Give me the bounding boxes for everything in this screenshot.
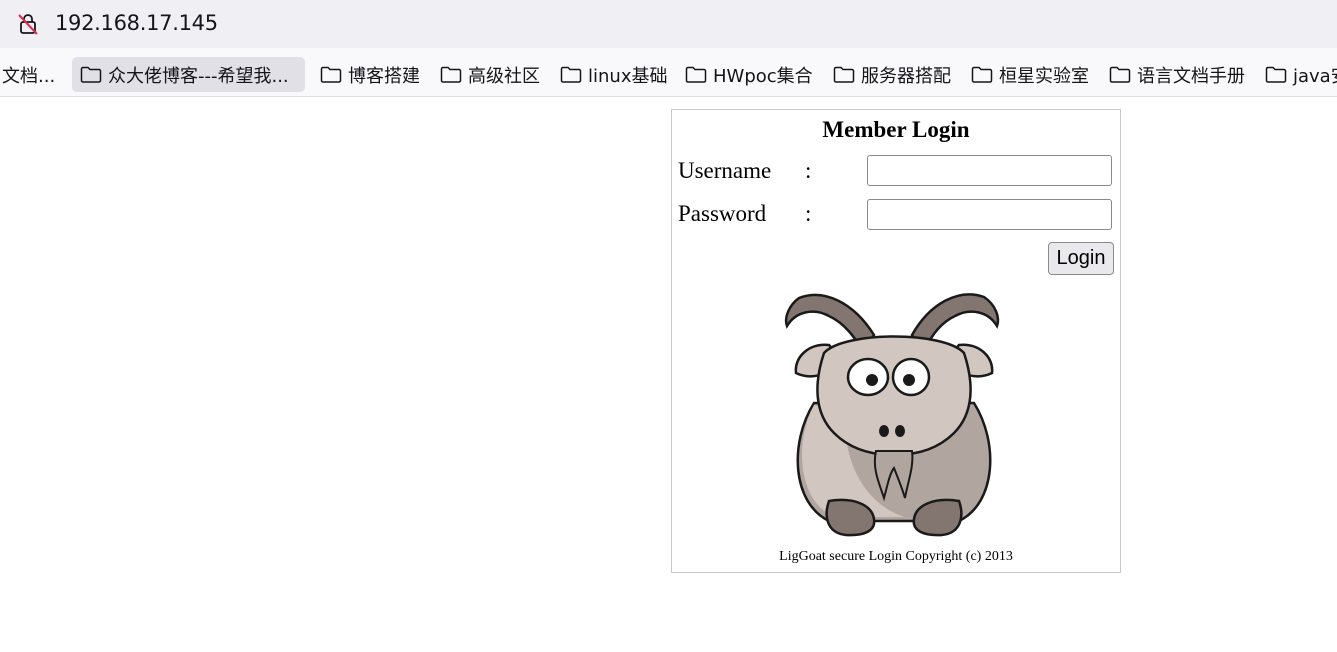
password-colon: : <box>805 201 812 226</box>
folder-icon <box>80 66 102 83</box>
url-text[interactable]: 192.168.17.145 <box>55 11 218 35</box>
bookmark-label: 高级社区 <box>468 65 540 87</box>
goat-logo-image <box>784 293 1000 537</box>
bookmark-folder-hwpoc[interactable]: HWpoc集合 <box>685 57 813 92</box>
bookmark-folder-lang-docs[interactable]: 语言文档手册 <box>1109 57 1245 92</box>
bookmark-folder-community[interactable]: 高级社区 <box>440 57 540 92</box>
folder-icon <box>833 66 855 83</box>
username-label: Username <box>678 158 772 183</box>
url-bar[interactable]: 192.168.17.145 <box>0 0 1337 48</box>
copyright-text: LigGoat secure Login Copyright (c) 2013 <box>779 549 1013 564</box>
bookmark-label: 众大佬博客---希望我... <box>108 65 289 87</box>
folder-icon <box>560 66 582 83</box>
username-colon: : <box>805 158 812 183</box>
bookmark-folder-blogs[interactable]: 众大佬博客---希望我... <box>72 57 305 92</box>
bookmark-label: 桓星实验室 <box>999 65 1089 87</box>
bookmark-docs[interactable]: 文档... <box>2 57 55 92</box>
bookmark-label: linux基础 <box>588 65 668 87</box>
folder-icon <box>320 66 342 83</box>
bookmark-folder-lab[interactable]: 桓星实验室 <box>971 57 1089 92</box>
folder-icon <box>971 66 993 83</box>
bookmark-label: 博客搭建 <box>348 65 420 87</box>
bookmark-folder-linux[interactable]: linux基础 <box>560 57 667 92</box>
login-title: Member Login <box>822 117 970 142</box>
folder-icon <box>685 66 707 83</box>
bookmarks-toolbar: 文档... 众大佬博客---希望我... 博客搭建 高级社区 linux基础 H… <box>0 48 1337 97</box>
login-button[interactable]: Login <box>1048 242 1114 275</box>
bookmark-label: 服务器搭配 <box>861 65 951 87</box>
password-label: Password <box>678 201 767 226</box>
bookmark-label: 语言文档手册 <box>1137 65 1245 87</box>
folder-icon <box>1265 66 1287 83</box>
insecure-lock-icon[interactable] <box>16 12 40 36</box>
login-form: Member Login Username : Password : Login… <box>671 109 1121 573</box>
folder-icon <box>1109 66 1131 83</box>
bookmark-folder-java[interactable]: java安 <box>1265 57 1337 92</box>
bookmark-label: java安 <box>1293 65 1337 87</box>
bookmark-folder-server[interactable]: 服务器搭配 <box>833 57 951 92</box>
bookmark-label: 文档... <box>2 65 56 87</box>
username-input[interactable] <box>867 155 1112 186</box>
password-input[interactable] <box>867 199 1112 230</box>
folder-icon <box>440 66 462 83</box>
bookmark-label: HWpoc集合 <box>713 65 813 87</box>
bookmark-folder-blog-setup[interactable]: 博客搭建 <box>320 57 420 92</box>
